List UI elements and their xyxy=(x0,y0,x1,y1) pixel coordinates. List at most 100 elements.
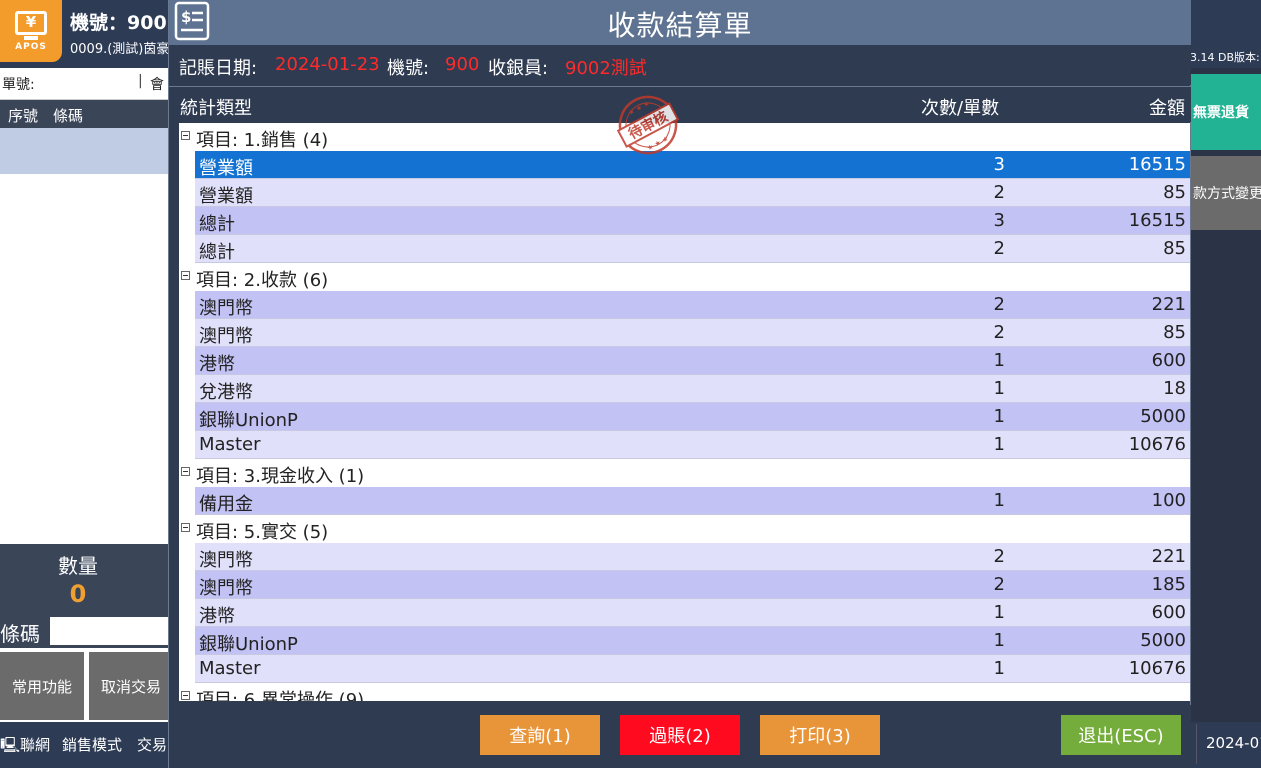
row-name: Master xyxy=(199,434,261,455)
row-count: 1 xyxy=(993,434,1005,455)
group-header-row[interactable]: 項目: 3.現金收入 (1) xyxy=(179,459,1190,487)
table-row[interactable]: 澳門幣 2 221 xyxy=(195,291,1190,319)
barcode-input[interactable] xyxy=(50,617,168,645)
table-row[interactable]: 備用金 1 100 xyxy=(195,487,1190,515)
table-row[interactable]: 銀聯UnionP 1 5000 xyxy=(195,403,1190,431)
group-label: 項目: 1.銷售 (4) xyxy=(196,130,329,151)
item-list-header: 序號 條碼 xyxy=(0,100,168,128)
table-row[interactable]: 澳門幣 2 221 xyxy=(195,543,1190,571)
row-name: 營業額 xyxy=(199,158,253,179)
row-count: 1 xyxy=(993,378,1005,399)
machine-label: 機號: xyxy=(387,58,430,79)
table-row[interactable]: 港幣 1 600 xyxy=(195,599,1190,627)
collapse-toggle-icon[interactable] xyxy=(181,523,190,532)
table-row[interactable]: Master 1 10676 xyxy=(195,431,1190,459)
table-row[interactable]: Master 1 10676 xyxy=(195,655,1190,683)
row-amount: 85 xyxy=(1163,322,1186,343)
quantity-value: 0 xyxy=(69,580,87,608)
row-count: 1 xyxy=(993,406,1005,427)
order-number-label: 單號: xyxy=(2,77,35,93)
settlement-info-row: 記賬日期: 2024-01-23 機號: 900 收銀員: 9002測試 xyxy=(169,45,1191,85)
collapse-toggle-icon[interactable] xyxy=(181,271,190,280)
monitor-stand xyxy=(24,35,38,40)
network-label: 聯網 xyxy=(20,736,51,754)
column-count: 次數/單數 xyxy=(921,98,1000,119)
row-count: 2 xyxy=(993,574,1005,595)
member-label: 會 xyxy=(150,77,164,93)
group-header-row[interactable]: 項目: 5.實交 (5) xyxy=(179,515,1190,543)
column-amount: 金額 xyxy=(1149,98,1185,119)
row-name: 兌港幣 xyxy=(199,382,253,403)
group-label: 項目: 2.收款 (6) xyxy=(196,270,329,291)
row-count: 1 xyxy=(993,490,1005,511)
no-receipt-refund-button[interactable]: 無票退貨 xyxy=(1191,74,1261,150)
row-amount: 600 xyxy=(1151,350,1186,371)
version-text: 3.14 DB版本: xyxy=(1190,51,1260,64)
cancel-transaction-button[interactable]: 取消交易 xyxy=(89,652,173,720)
quantity-box: 數量 0 xyxy=(0,544,168,614)
trade-status: 交易 xyxy=(137,736,168,754)
quantity-label: 數量 xyxy=(58,554,98,578)
order-separator: | xyxy=(138,73,143,89)
row-name: 澳門幣 xyxy=(199,326,253,347)
row-count: 3 xyxy=(993,154,1005,175)
row-name: 總計 xyxy=(199,242,235,263)
row-amount: 10676 xyxy=(1128,434,1186,455)
row-amount: 85 xyxy=(1163,182,1186,203)
exit-button[interactable]: 退出(ESC) xyxy=(1061,715,1181,755)
cashier-label: 收銀員: xyxy=(488,58,549,79)
row-name: 營業額 xyxy=(199,186,253,207)
row-amount: 16515 xyxy=(1128,210,1186,231)
row-name: Master xyxy=(199,658,261,679)
status-date: 2024-01 xyxy=(1196,724,1261,764)
row-count: 1 xyxy=(993,658,1005,679)
machine-value: 900 xyxy=(445,54,480,75)
settlement-grid[interactable]: 項目: 1.銷售 (4) 營業額 3 16515 營業額 2 85 總計 3 16515 總計 2 85… xyxy=(179,123,1190,701)
print-button[interactable]: 打印(3) xyxy=(760,715,880,755)
row-amount: 85 xyxy=(1163,238,1186,259)
row-amount: 185 xyxy=(1151,574,1186,595)
network-icon: 🖳 xyxy=(0,736,21,754)
group-header-row[interactable]: 項目: 2.收款 (6) xyxy=(179,263,1190,291)
order-number-bar[interactable]: 單號: | 會 xyxy=(0,68,168,100)
row-amount: 600 xyxy=(1151,602,1186,623)
table-row[interactable]: 澳門幣 2 85 xyxy=(195,319,1190,347)
row-name: 總計 xyxy=(199,214,235,235)
row-name: 港幣 xyxy=(199,354,235,375)
table-row[interactable]: 營業額 2 85 xyxy=(195,179,1190,207)
row-amount: 221 xyxy=(1151,546,1186,567)
row-amount: 10676 xyxy=(1128,658,1186,679)
row-name: 銀聯UnionP xyxy=(199,634,298,655)
row-name: 澳門幣 xyxy=(199,298,253,319)
payment-method-change-button[interactable]: 款方式變更 xyxy=(1191,156,1261,230)
item-list-selected-row[interactable] xyxy=(0,128,168,174)
row-count: 2 xyxy=(993,182,1005,203)
barcode-row: 條碼 xyxy=(0,614,168,648)
table-row[interactable]: 港幣 1 600 xyxy=(195,347,1190,375)
row-count: 3 xyxy=(993,210,1005,231)
table-row[interactable]: 澳門幣 2 185 xyxy=(195,571,1190,599)
post-button[interactable]: 過賬(2) xyxy=(620,715,740,755)
common-functions-button[interactable]: 常用功能 xyxy=(0,652,84,720)
group-header-row[interactable]: 項目: 1.銷售 (4) xyxy=(179,123,1190,151)
row-amount: 221 xyxy=(1151,294,1186,315)
collapse-toggle-icon[interactable] xyxy=(181,691,190,700)
row-name: 澳門幣 xyxy=(199,578,253,599)
table-row[interactable]: 兌港幣 1 18 xyxy=(195,375,1190,403)
query-button[interactable]: 查詢(1) xyxy=(480,715,600,755)
row-count: 1 xyxy=(993,630,1005,651)
row-count: 2 xyxy=(993,546,1005,567)
yen-symbol: ¥ xyxy=(25,13,37,31)
collapse-toggle-icon[interactable] xyxy=(181,467,190,476)
row-name: 銀聯UnionP xyxy=(199,410,298,431)
group-label: 項目: 6.異常操作 (9) xyxy=(196,690,365,701)
table-row[interactable]: 銀聯UnionP 1 5000 xyxy=(195,627,1190,655)
table-row[interactable]: 總計 3 16515 xyxy=(195,207,1190,235)
table-row[interactable]: 總計 2 85 xyxy=(195,235,1190,263)
column-seq: 序號 xyxy=(8,107,39,125)
collapse-toggle-icon[interactable] xyxy=(181,131,190,140)
table-row[interactable]: 營業額 3 16515 xyxy=(195,151,1190,179)
group-header-row[interactable]: 項目: 6.異常操作 (9) xyxy=(179,683,1190,701)
logo-text: APOS xyxy=(15,41,47,52)
monitor-yen-icon: ¥ xyxy=(15,10,47,35)
